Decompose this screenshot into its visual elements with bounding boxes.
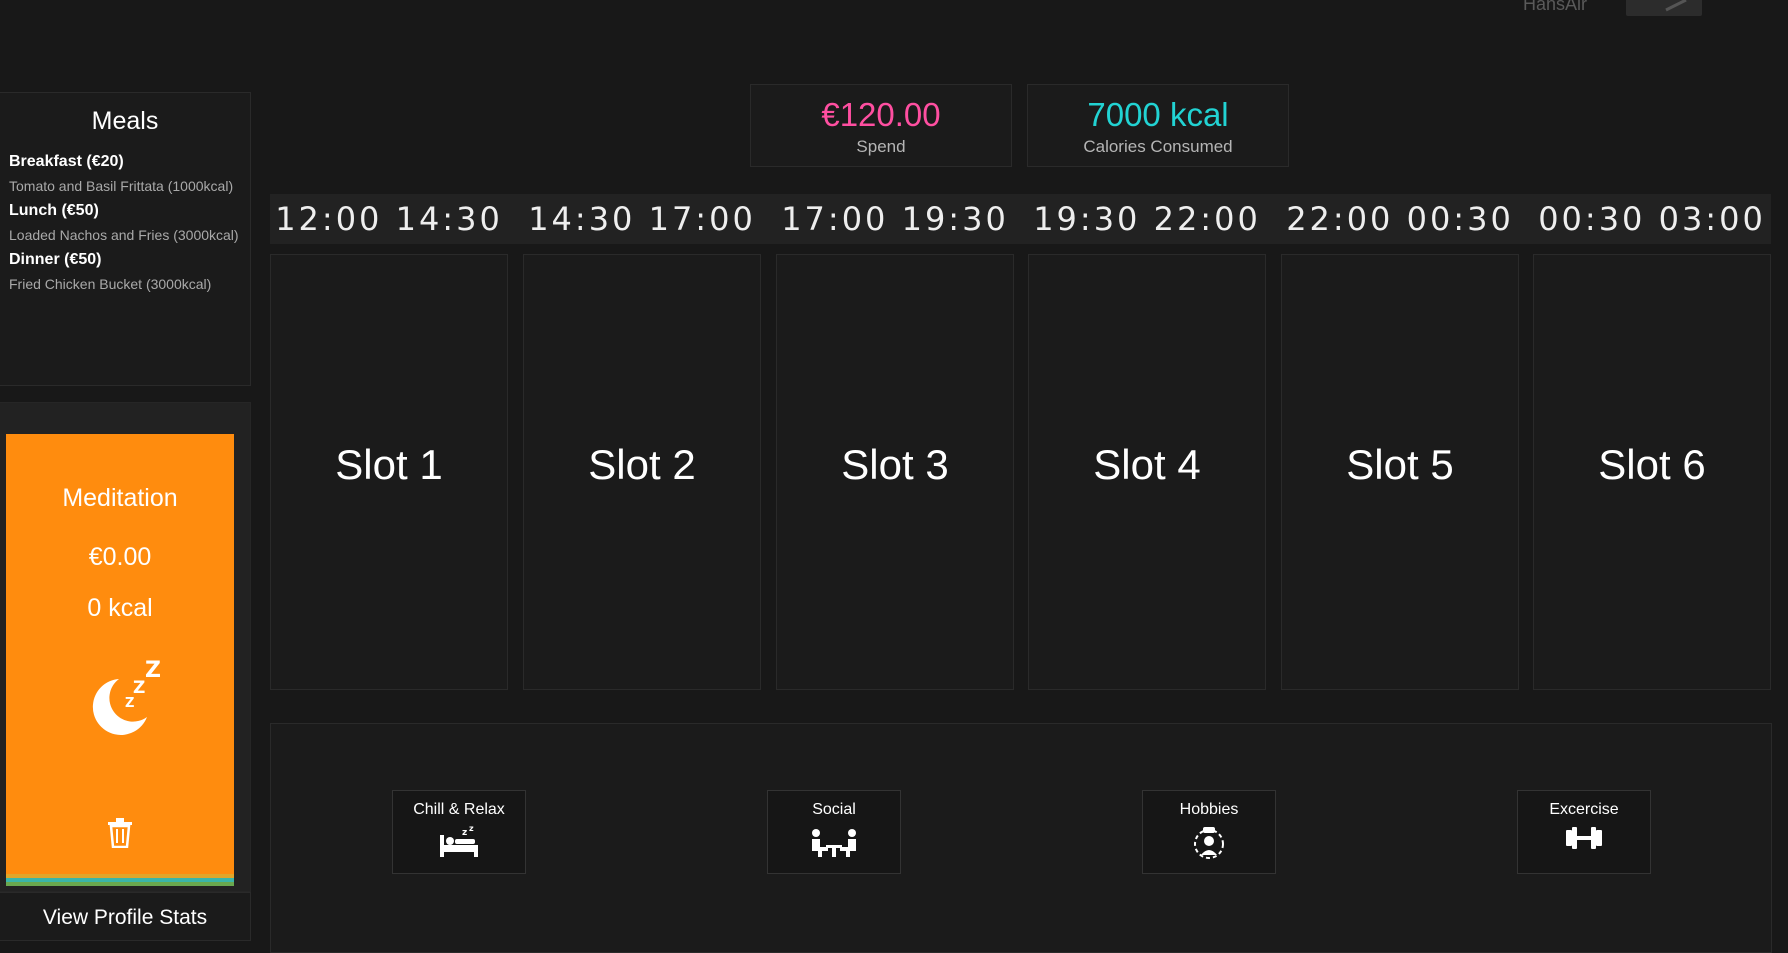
svg-text:z: z bbox=[469, 825, 474, 833]
spend-stat-card: €120.00 Spend bbox=[750, 84, 1012, 167]
meals-title: Meals bbox=[91, 107, 159, 135]
slot-label: Slot 2 bbox=[588, 441, 696, 488]
svg-text:Z: Z bbox=[133, 678, 145, 698]
dumbbell-icon bbox=[1518, 825, 1650, 851]
sleeping-moon-icon: Z Z Z bbox=[6, 649, 234, 739]
meals-panel: Meals Breakfast (€20) Tomato and Basil F… bbox=[0, 92, 251, 386]
view-profile-stats-button[interactable]: View Profile Stats bbox=[0, 892, 251, 941]
slot-label: Slot 3 bbox=[841, 441, 949, 488]
hobbies-icon bbox=[1143, 825, 1275, 863]
slot-label: Slot 4 bbox=[1093, 441, 1201, 488]
category-label: Hobbies bbox=[1179, 801, 1239, 818]
time-range-3: 17:00 19:30 bbox=[781, 200, 1009, 238]
category-excercise[interactable]: Excercise bbox=[1517, 790, 1651, 874]
category-label: Chill & Relax bbox=[413, 801, 505, 818]
schedule-slot-2[interactable]: Slot 2 bbox=[523, 254, 761, 690]
category-label: Excercise bbox=[1549, 801, 1619, 818]
calories-label: Calories Consumed bbox=[1083, 137, 1233, 156]
meal-description: Fried Chicken Bucket (3000kcal) bbox=[9, 276, 212, 292]
selected-activity-panel: Meditation €0.00 0 kcal Z Z Z bbox=[0, 402, 251, 892]
category-social[interactable]: Social bbox=[767, 790, 901, 874]
slot-label: Slot 6 bbox=[1598, 441, 1706, 488]
schedule-slot-6[interactable]: Slot 6 bbox=[1533, 254, 1771, 690]
category-hobbies[interactable]: Hobbies bbox=[1142, 790, 1276, 874]
meal-name: Breakfast (€20) bbox=[9, 153, 124, 170]
schedule-slot-1[interactable]: Slot 1 bbox=[270, 254, 508, 690]
schedule-slot-5[interactable]: Slot 5 bbox=[1281, 254, 1519, 690]
svg-text:Z: Z bbox=[125, 696, 134, 711]
time-range-2: 14:30 17:00 bbox=[528, 200, 756, 238]
meal-name: Dinner (€50) bbox=[9, 251, 102, 268]
calories-value: 7000 kcal bbox=[1087, 96, 1229, 133]
category-chill-relax[interactable]: Chill & Relax z z bbox=[392, 790, 526, 874]
calories-stat-card: 7000 kcal Calories Consumed bbox=[1027, 84, 1289, 167]
meal-item-dinner: Dinner (€50) Fried Chicken Bucket (3000k… bbox=[0, 248, 250, 297]
slot-label: Slot 1 bbox=[335, 441, 443, 488]
avatar[interactable] bbox=[1626, 0, 1702, 16]
time-range-1: 12:00 14:30 bbox=[275, 200, 503, 238]
slot-label: Slot 5 bbox=[1346, 441, 1454, 488]
svg-text:z: z bbox=[462, 828, 467, 838]
time-range-4: 19:30 22:00 bbox=[1033, 200, 1261, 238]
spend-value: €120.00 bbox=[821, 96, 941, 133]
social-icon bbox=[768, 825, 900, 857]
activity-price: €0.00 bbox=[88, 543, 152, 571]
category-label: Social bbox=[812, 801, 856, 818]
username-label: HansAir bbox=[1523, 0, 1588, 14]
activity-color-stripes bbox=[6, 874, 234, 894]
time-header-bar: 12:00 14:30 14:30 17:00 17:00 19:30 19:3… bbox=[270, 194, 1771, 244]
meal-item-breakfast: Breakfast (€20) Tomato and Basil Frittat… bbox=[0, 150, 250, 199]
meal-description: Loaded Nachos and Fries (3000kcal) bbox=[9, 227, 239, 243]
spend-label: Spend bbox=[856, 137, 906, 156]
meal-description: Tomato and Basil Frittata (1000kcal) bbox=[9, 178, 234, 194]
schedule-slot-3[interactable]: Slot 3 bbox=[776, 254, 1014, 690]
activity-kcal: 0 kcal bbox=[87, 594, 153, 622]
delete-activity-button[interactable] bbox=[6, 818, 234, 848]
meal-item-lunch: Lunch (€50) Loaded Nachos and Fries (300… bbox=[0, 199, 250, 248]
bed-icon: z z bbox=[393, 825, 525, 859]
svg-text:Z: Z bbox=[145, 658, 161, 683]
schedule-slot-4[interactable]: Slot 4 bbox=[1028, 254, 1266, 690]
activity-categories-panel: Chill & Relax z z Social Hobbies Excerci… bbox=[270, 723, 1772, 953]
activity-card[interactable]: Meditation €0.00 0 kcal Z Z Z bbox=[6, 434, 234, 874]
meal-name: Lunch (€50) bbox=[9, 202, 99, 219]
activity-title: Meditation bbox=[62, 484, 178, 512]
time-range-5: 22:00 00:30 bbox=[1286, 200, 1514, 238]
trash-icon bbox=[108, 818, 132, 848]
time-range-6: 00:30 03:00 bbox=[1538, 200, 1766, 238]
